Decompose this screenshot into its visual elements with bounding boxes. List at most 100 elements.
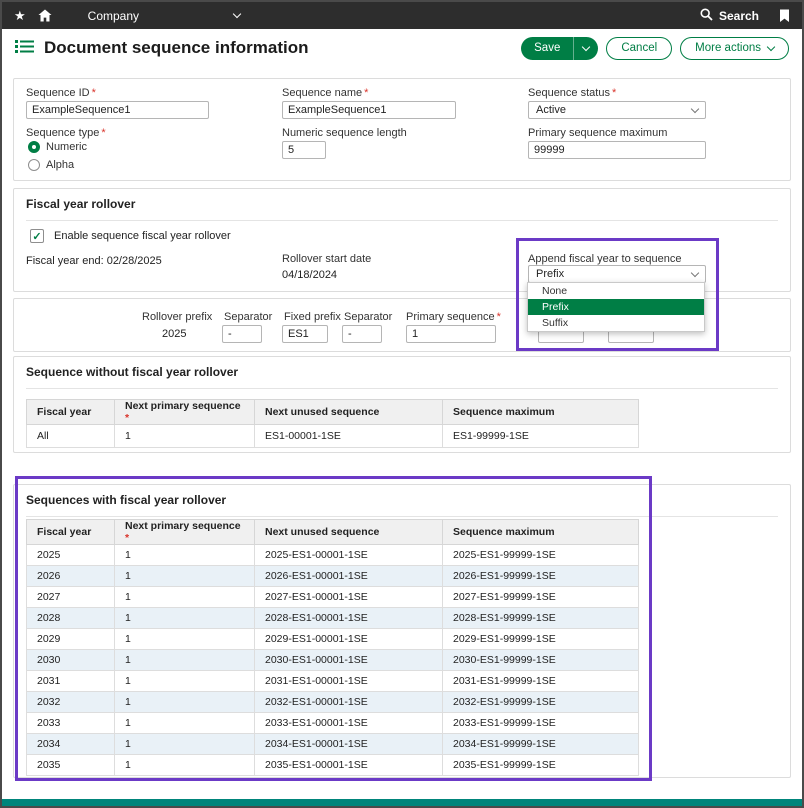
column-header: Next unused sequence bbox=[255, 400, 443, 425]
sequences-with-rollover-heading: Sequences with fiscal year rollover bbox=[26, 493, 778, 517]
fiscal-rollover-heading: Fiscal year rollover bbox=[26, 197, 778, 221]
save-options-toggle[interactable] bbox=[573, 37, 598, 60]
table-cell: ES1-99999-1SE bbox=[443, 425, 639, 448]
table-cell: 2027-ES1-00001-1SE bbox=[255, 587, 443, 608]
numeric-sequence-length-label: Numeric sequence length bbox=[282, 127, 407, 139]
sequence-name-label: Sequence name* bbox=[282, 87, 368, 99]
sequence-name-input[interactable] bbox=[282, 101, 456, 119]
dropdown-option-suffix[interactable]: Suffix bbox=[528, 315, 704, 331]
table-cell: 2035 bbox=[27, 755, 115, 776]
table-cell: 1 bbox=[115, 545, 255, 566]
table-cell: 2028-ES1-00001-1SE bbox=[255, 608, 443, 629]
separator2-label: Separator bbox=[344, 311, 392, 323]
search-button[interactable]: Search bbox=[700, 8, 759, 24]
table-row: 202912029-ES1-00001-1SE2029-ES1-99999-1S… bbox=[27, 629, 639, 650]
sequence-type-radio-numeric[interactable]: Numeric bbox=[28, 141, 87, 153]
table-cell: 2028-ES1-99999-1SE bbox=[443, 608, 639, 629]
enable-rollover-checkbox-row[interactable]: Enable sequence fiscal year rollover bbox=[30, 229, 231, 243]
primary-sequence-input[interactable] bbox=[406, 325, 496, 343]
primary-sequence-maximum-input[interactable] bbox=[528, 141, 706, 159]
company-menu-label: Company bbox=[88, 9, 139, 23]
column-header: Next primary sequence * bbox=[115, 400, 255, 425]
sequence-id-input[interactable] bbox=[26, 101, 209, 119]
table-cell: 2030-ES1-99999-1SE bbox=[443, 650, 639, 671]
column-header: Fiscal year bbox=[27, 400, 115, 425]
table-row: 202712027-ES1-00001-1SE2027-ES1-99999-1S… bbox=[27, 587, 639, 608]
cancel-button-label: Cancel bbox=[621, 42, 657, 54]
table-cell: 1 bbox=[115, 713, 255, 734]
sequences-with-rollover-card: Sequences with fiscal year rollover Fisc… bbox=[13, 484, 791, 778]
rollover-prefix-value: 2025 bbox=[162, 328, 186, 340]
table-cell: 2026 bbox=[27, 566, 115, 587]
sequence-status-select[interactable]: Active bbox=[528, 101, 706, 119]
table-cell: 2025-ES1-99999-1SE bbox=[443, 545, 639, 566]
table-cell: ES1-00001-1SE bbox=[255, 425, 443, 448]
table-cell: 2028 bbox=[27, 608, 115, 629]
radio-label: Alpha bbox=[46, 159, 74, 171]
dropdown-option-prefix[interactable]: Prefix bbox=[528, 299, 704, 315]
table-header-row: Fiscal yearNext primary sequence *Next u… bbox=[27, 400, 639, 425]
table-row: 203212032-ES1-00001-1SE2032-ES1-99999-1S… bbox=[27, 692, 639, 713]
dropdown-option-none[interactable]: None bbox=[528, 283, 704, 299]
table-cell: 2026-ES1-00001-1SE bbox=[255, 566, 443, 587]
chevron-down-icon bbox=[691, 268, 699, 276]
table-cell: 2026-ES1-99999-1SE bbox=[443, 566, 639, 587]
checkbox-icon bbox=[30, 229, 44, 243]
sequence-without-rollover-card: Sequence without fiscal year rollover Fi… bbox=[13, 356, 791, 453]
more-actions-label: More actions bbox=[695, 42, 761, 54]
sequence-type-label: Sequence type* bbox=[26, 127, 106, 139]
header-actions: Save Cancel More actions bbox=[521, 37, 789, 60]
separator2-input[interactable] bbox=[342, 325, 382, 343]
cancel-button[interactable]: Cancel bbox=[606, 37, 672, 60]
append-fiscal-year-label: Append fiscal year to sequence bbox=[528, 253, 682, 265]
fixed-prefix-input[interactable] bbox=[282, 325, 328, 343]
bookmark-icon[interactable] bbox=[779, 9, 790, 23]
table-cell: 1 bbox=[115, 734, 255, 755]
append-fiscal-year-value: Prefix bbox=[536, 268, 564, 280]
table-header-row: Fiscal yearNext primary sequence *Next u… bbox=[27, 520, 639, 545]
company-menu[interactable]: Company bbox=[88, 9, 240, 23]
table-cell: 2032-ES1-00001-1SE bbox=[255, 692, 443, 713]
save-button[interactable]: Save bbox=[521, 37, 598, 60]
append-fiscal-year-select[interactable]: Prefix bbox=[528, 265, 706, 283]
more-actions-button[interactable]: More actions bbox=[680, 37, 789, 60]
table-row: 202812028-ES1-00001-1SE2028-ES1-99999-1S… bbox=[27, 608, 639, 629]
table-cell: 2025-ES1-00001-1SE bbox=[255, 545, 443, 566]
sequences-with-rollover-table: Fiscal yearNext primary sequence *Next u… bbox=[26, 519, 639, 776]
separator1-label: Separator bbox=[224, 311, 272, 323]
append-fiscal-year-dropdown: None Prefix Suffix bbox=[527, 282, 705, 332]
list-menu-icon[interactable] bbox=[15, 39, 34, 57]
table-row: 202612026-ES1-00001-1SE2026-ES1-99999-1S… bbox=[27, 566, 639, 587]
table-cell: 1 bbox=[115, 629, 255, 650]
table-row: 203012030-ES1-00001-1SE2030-ES1-99999-1S… bbox=[27, 650, 639, 671]
table-cell: 2033-ES1-99999-1SE bbox=[443, 713, 639, 734]
table-cell: 2035-ES1-99999-1SE bbox=[443, 755, 639, 776]
table-cell: 1 bbox=[115, 650, 255, 671]
numeric-sequence-length-input[interactable] bbox=[282, 141, 326, 159]
separator1-input[interactable] bbox=[222, 325, 262, 343]
table-cell: 2031-ES1-99999-1SE bbox=[443, 671, 639, 692]
table-cell: 2034-ES1-99999-1SE bbox=[443, 734, 639, 755]
table-cell: 2034 bbox=[27, 734, 115, 755]
table-cell: 1 bbox=[115, 425, 255, 448]
table-cell: 2027 bbox=[27, 587, 115, 608]
home-icon[interactable] bbox=[38, 9, 52, 22]
table-cell: 2032 bbox=[27, 692, 115, 713]
save-button-label: Save bbox=[521, 42, 573, 54]
fiscal-year-rollover-card: Fiscal year rollover Enable sequence fis… bbox=[13, 188, 791, 292]
table-cell: 2031 bbox=[27, 671, 115, 692]
table-cell: 1 bbox=[115, 566, 255, 587]
table-cell: 2032-ES1-99999-1SE bbox=[443, 692, 639, 713]
table-cell: 1 bbox=[115, 587, 255, 608]
table-cell: 2029-ES1-99999-1SE bbox=[443, 629, 639, 650]
table-cell: 2029-ES1-00001-1SE bbox=[255, 629, 443, 650]
sequence-type-radio-alpha[interactable]: Alpha bbox=[28, 159, 74, 171]
table-cell: 2027-ES1-99999-1SE bbox=[443, 587, 639, 608]
table-cell: 1 bbox=[115, 671, 255, 692]
sequence-without-rollover-heading: Sequence without fiscal year rollover bbox=[26, 365, 778, 389]
column-header: Fiscal year bbox=[27, 520, 115, 545]
table-cell: 2033 bbox=[27, 713, 115, 734]
table-row: 203512035-ES1-00001-1SE2035-ES1-99999-1S… bbox=[27, 755, 639, 776]
table-cell: 2030 bbox=[27, 650, 115, 671]
star-icon[interactable]: ★ bbox=[14, 8, 26, 24]
